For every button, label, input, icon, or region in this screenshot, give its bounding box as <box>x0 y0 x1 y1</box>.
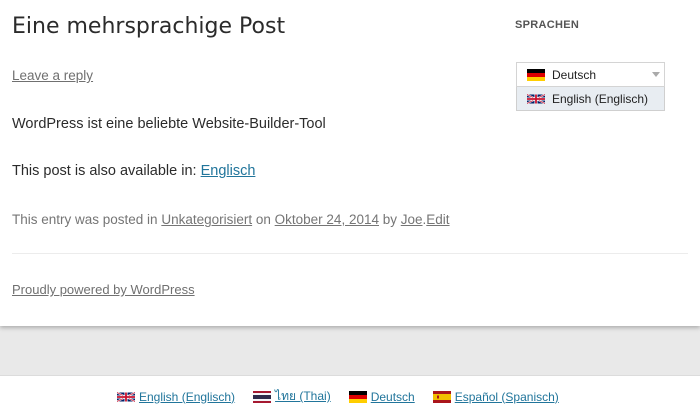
meta-posted-in: This entry was posted in <box>12 212 162 227</box>
language-bar-label: Deutsch <box>370 389 415 404</box>
de-flag-icon <box>527 69 545 81</box>
available-prefix: This post is also available in: <box>12 163 201 179</box>
widget-title: SPRACHEN <box>515 19 580 31</box>
language-bar-item-english[interactable]: English (Englisch) <box>117 387 235 406</box>
language-bar-label: Español (Spanisch) <box>454 389 559 404</box>
entry-meta: This entry was posted in Unkategorisiert… <box>12 212 450 227</box>
date-link[interactable]: Oktober 24, 2014 <box>275 212 379 227</box>
post-content: WordPress ist eine beliebte Website-Buil… <box>12 116 326 132</box>
language-bar-item-thai[interactable]: ไทย (Thai) <box>253 387 331 406</box>
gb-flag-icon <box>117 391 135 403</box>
gb-flag-icon <box>527 93 545 105</box>
language-bar-label: ไทย (Thai) <box>275 389 331 403</box>
dropdown-option-label: English (Englisch) <box>552 92 649 106</box>
language-dropdown[interactable]: Deutsch <box>516 62 665 87</box>
th-flag-icon <box>253 390 272 403</box>
chevron-down-icon <box>652 72 660 77</box>
dropdown-option-english[interactable]: English (Englisch) <box>516 87 665 111</box>
es-flag-icon <box>432 390 451 403</box>
powered-by-link[interactable]: Proudly powered by WordPress <box>12 282 195 297</box>
meta-by: by <box>378 212 401 227</box>
available-language-link[interactable]: Englisch <box>201 163 256 179</box>
language-bar-item-deutsch[interactable]: Deutsch <box>348 387 415 406</box>
available-in-text: This post is also available in: Englisch <box>12 163 255 179</box>
category-link[interactable]: Unkategorisiert <box>161 212 252 227</box>
meta-on: on <box>252 212 275 227</box>
dropdown-selected-label: Deutsch <box>552 68 597 82</box>
edit-link[interactable]: Edit <box>426 212 449 227</box>
page-content: Eine mehrsprachige Post Leave a reply Wo… <box>0 0 700 326</box>
leave-reply-link[interactable]: Leave a reply <box>12 68 93 83</box>
language-bar-label: English (Englisch) <box>139 389 236 404</box>
de-flag-icon <box>348 390 367 403</box>
post-title: Eine mehrsprachige Post <box>12 14 286 39</box>
language-bar-item-spanish[interactable]: Español (Spanisch) <box>432 387 559 406</box>
author-link[interactable]: Joe <box>401 212 423 227</box>
divider <box>12 253 688 254</box>
language-bar: English (Englisch) ไทย (Thai) Deutsch Es… <box>0 375 700 413</box>
